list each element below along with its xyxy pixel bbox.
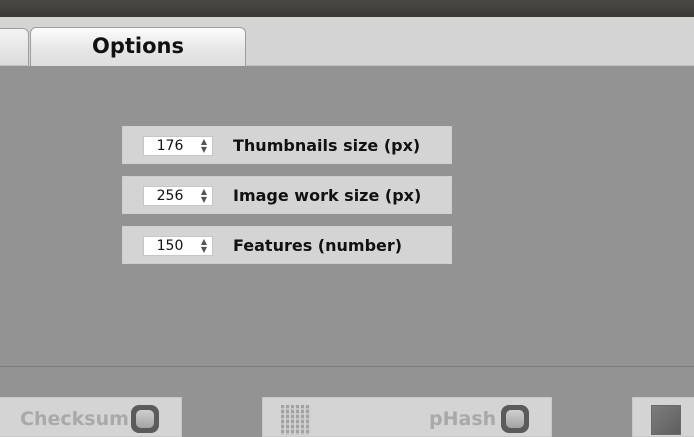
option-row-features: 150 ▲ ▼ Features (number) (122, 226, 452, 264)
spin-arrows: ▲ ▼ (198, 138, 210, 154)
methods-area: Checksum pHash (0, 367, 694, 437)
tab-options[interactable]: Options (30, 27, 246, 66)
image-work-size-label: Image work size (px) (233, 186, 422, 205)
checksum-label: Checksum (20, 408, 129, 430)
phash-label: pHash (429, 408, 497, 430)
image-work-size-spinbox[interactable]: 256 ▲ ▼ (143, 186, 213, 206)
spin-arrows: ▲ ▼ (198, 188, 210, 204)
image-thumbnail-icon (651, 405, 681, 435)
option-row-image-work-size: 256 ▲ ▼ Image work size (px) (122, 176, 452, 214)
thumbnails-size-value[interactable]: 176 (144, 137, 196, 155)
features-label: Features (number) (233, 236, 403, 255)
spin-arrows: ▲ ▼ (198, 238, 210, 254)
qr-thumbnail-icon (281, 405, 311, 435)
features-value[interactable]: 150 (144, 237, 196, 255)
image-work-size-value[interactable]: 256 (144, 187, 196, 205)
spin-down-icon[interactable]: ▼ (198, 246, 210, 254)
tab-bar: Options (0, 17, 694, 66)
features-spinbox[interactable]: 150 ▲ ▼ (143, 236, 213, 256)
tab-previous[interactable] (0, 28, 29, 65)
checksum-toggle-icon[interactable] (131, 405, 159, 433)
thumbnails-size-spinbox[interactable]: 176 ▲ ▼ (143, 136, 213, 156)
phash-toggle-icon[interactable] (501, 405, 529, 433)
window-titlebar (0, 0, 694, 17)
checksum-card[interactable]: Checksum (0, 397, 182, 437)
thumbnails-size-label: Thumbnails size (px) (233, 136, 421, 155)
spin-down-icon[interactable]: ▼ (198, 196, 210, 204)
spin-down-icon[interactable]: ▼ (198, 146, 210, 154)
option-row-thumbnails-size: 176 ▲ ▼ Thumbnails size (px) (122, 126, 452, 164)
third-method-card[interactable] (632, 397, 694, 437)
options-panel: 176 ▲ ▼ Thumbnails size (px) 256 ▲ ▼ Ima… (0, 66, 694, 366)
phash-card[interactable]: pHash (262, 397, 552, 437)
